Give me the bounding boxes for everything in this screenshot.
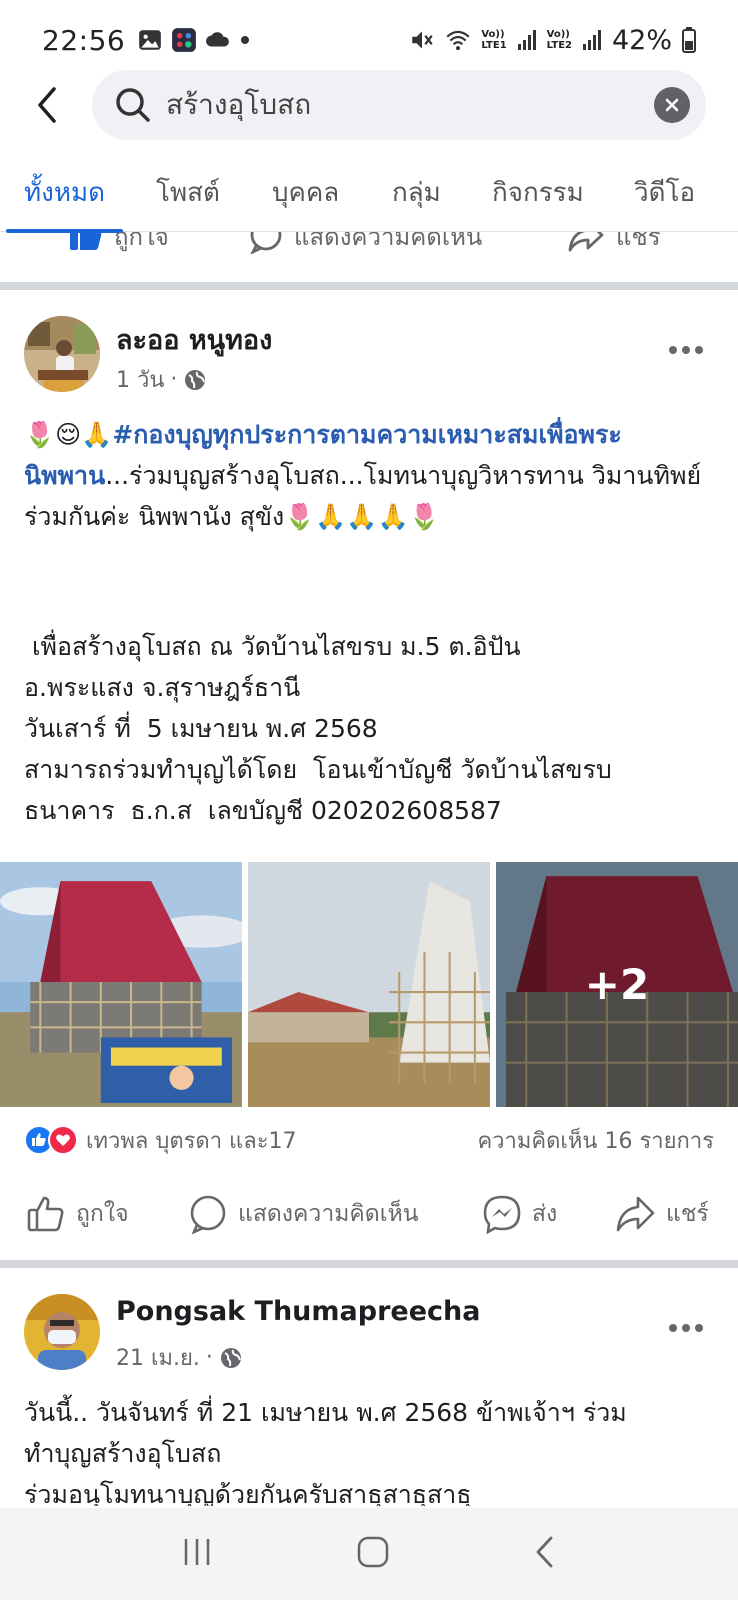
recent-apps-button[interactable]	[181, 1536, 213, 1572]
like-icon	[27, 1196, 64, 1232]
more-icon	[669, 1324, 703, 1332]
back-arrow-icon	[38, 87, 56, 123]
status-bar: 22:56 Vo)) LTE1 Vo)) LTE2 42%	[0, 0, 738, 80]
home-icon	[357, 1536, 389, 1568]
dot-icon	[241, 36, 250, 44]
home-button[interactable]	[356, 1535, 390, 1573]
search-tabs: ทั้งหมด โพสต์ บุคคล กลุ่ม กิจกรรม วิดีโอ	[0, 160, 738, 233]
temple-photo-2	[248, 862, 490, 1107]
wifi-icon	[446, 30, 470, 51]
status-right: Vo)) LTE1 Vo)) LTE2 42%	[409, 25, 696, 56]
search-query: สร้างอุโบสถ	[166, 88, 312, 121]
comment-icon	[190, 1195, 226, 1234]
avatar[interactable]	[24, 1294, 100, 1370]
avatar-image	[24, 316, 100, 392]
share-button[interactable]: แชร์	[614, 1194, 709, 1234]
close-icon	[665, 98, 679, 112]
recent-apps-icon	[185, 1539, 210, 1565]
post-text: ...ร่วมบุญสร้างอุโบสถ...โมทนาบุญวิหารทาน…	[24, 461, 710, 531]
reaction-summary[interactable]: เทวพล บุตรดา และ17 ความคิดเห็น 16 รายการ	[24, 1122, 714, 1158]
photo-grid: +2	[0, 862, 738, 1107]
tab-events[interactable]: กิจกรรม	[492, 160, 584, 232]
globe-icon	[185, 369, 206, 390]
like-button[interactable]: ถูกใจ	[26, 1194, 129, 1234]
tab-posts[interactable]: โพสต์	[156, 160, 220, 232]
send-button[interactable]: ส่ง	[482, 1194, 557, 1234]
post-options-button[interactable]	[668, 328, 704, 363]
post-divider	[0, 1260, 738, 1268]
back-icon	[536, 1536, 553, 1568]
reaction-icons	[24, 1125, 78, 1155]
share-icon	[616, 1196, 655, 1232]
app-icon	[172, 28, 197, 52]
search-icon	[116, 88, 150, 122]
comment-icon	[250, 232, 282, 254]
messenger-icon	[483, 1195, 521, 1234]
prev-comment-button[interactable]: แสดงความคิดเห็น	[248, 232, 482, 256]
post-actions: ถูกใจ แสดงความคิดเห็น ส่ง แชร์	[0, 1184, 738, 1244]
mute-icon	[412, 31, 433, 49]
prev-share-button[interactable]: แชร์	[566, 232, 661, 256]
avatar[interactable]	[24, 316, 100, 392]
notification-icons	[137, 27, 251, 53]
system-nav-bar	[0, 1508, 738, 1600]
temple-photo-1	[0, 862, 242, 1107]
signal-icon	[517, 30, 536, 50]
post-header: ละออ หนูทอง 1 วัน ·	[0, 316, 738, 400]
comments-count[interactable]: ความคิดเห็น 16 รายการ	[477, 1123, 714, 1158]
post-photo[interactable]	[0, 862, 242, 1107]
prev-like-button[interactable]: ถูกใจ	[68, 232, 169, 256]
post-text-details: เพื่อสร้างอุโบสถ ณ วัดบ้านไสขรบ ม.5 ต.อิ…	[24, 632, 612, 825]
emoji-text: 🌷😌🙏	[24, 420, 113, 449]
reactions-text: เทวพล บุตรดา และ17	[86, 1128, 297, 1154]
tab-videos[interactable]: วิดีโอ	[634, 160, 695, 232]
post-divider	[0, 282, 738, 290]
post-time: 1 วัน	[116, 368, 165, 393]
previous-post-actions: ถูกใจ แสดงความคิดเห็น แชร์	[0, 232, 738, 274]
back-button[interactable]	[16, 74, 78, 136]
share-icon	[568, 232, 604, 252]
tab-groups[interactable]: กลุ่ม	[392, 160, 441, 232]
tab-people[interactable]: บุคคล	[272, 160, 339, 232]
search-header: สร้างอุโบสถ	[0, 70, 738, 140]
post-options-button[interactable]	[668, 1306, 704, 1341]
network-lte2: Vo)) LTE2	[546, 29, 572, 51]
gallery-icon	[139, 30, 162, 50]
post-photo[interactable]	[248, 862, 490, 1107]
cloud-icon	[206, 32, 230, 47]
signal-icon	[582, 30, 601, 50]
love-reaction-icon	[48, 1125, 78, 1155]
more-icon	[669, 346, 703, 354]
system-back-button[interactable]	[533, 1535, 557, 1573]
more-photos-overlay[interactable]: +2	[496, 862, 738, 1107]
status-time: 22:56	[42, 23, 126, 57]
clear-search-button[interactable]	[654, 87, 690, 123]
like-filled-icon	[70, 232, 102, 250]
post-text-intro: 🌷😌🙏#กองบุญทุกประการตามความเหมาะสมเพื่อพร…	[24, 414, 724, 537]
avatar-image	[24, 1294, 100, 1370]
post-time: 21 เม.ย.	[116, 1346, 200, 1371]
tab-all[interactable]: ทั้งหมด	[6, 160, 123, 233]
post-photo-more[interactable]: +2	[496, 862, 738, 1107]
search-input[interactable]: สร้างอุโบสถ	[92, 70, 706, 140]
post-header: Pongsak Thumapreecha 21 เม.ย. ·	[0, 1294, 738, 1378]
network-lte1: Vo)) LTE1	[481, 29, 507, 51]
battery-percent: 42%	[611, 24, 672, 56]
post-author[interactable]: Pongsak Thumapreecha	[116, 1296, 480, 1327]
post-author[interactable]: ละออ หนูทอง	[116, 318, 272, 361]
comment-button[interactable]: แสดงความคิดเห็น	[188, 1194, 418, 1234]
post-meta: 1 วัน ·	[116, 362, 207, 397]
battery-icon	[682, 27, 696, 53]
post-text: วันนี้.. วันจันทร์ ที่ 21 เมษายน พ.ศ 256…	[24, 1398, 627, 1506]
globe-icon	[220, 1347, 241, 1368]
post-meta: 21 เม.ย. ·	[116, 1340, 243, 1375]
